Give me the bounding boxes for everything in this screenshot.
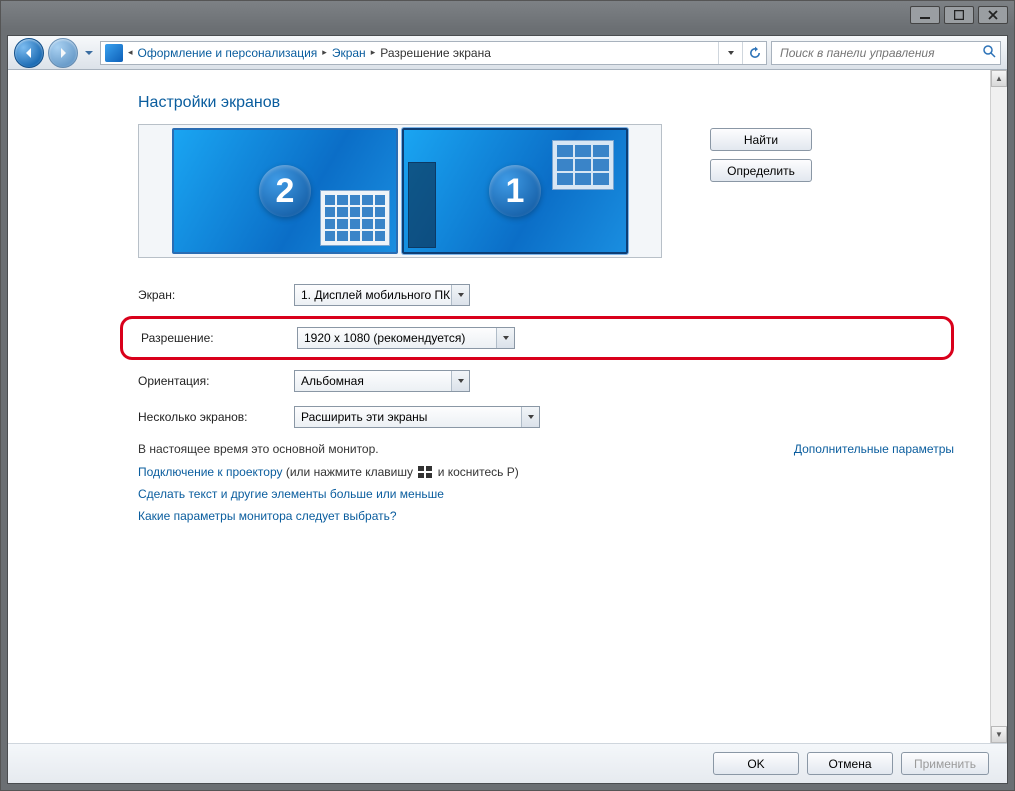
breadcrumb-current[interactable]: Разрешение экрана [378,46,493,60]
breadcrumb-root[interactable]: Оформление и персонализация [136,46,320,60]
breadcrumb-level2[interactable]: Экран [330,46,368,60]
monitor-thumb-icon [320,190,390,246]
apply-button[interactable]: Применить [901,752,989,775]
projector-row: Подключение к проектору (или нажмите кла… [138,464,954,479]
primary-monitor-text: В настоящее время это основной монитор. [138,442,379,456]
orientation-dropdown[interactable]: Альбомная [294,370,470,392]
screen-label: Экран: [138,288,284,302]
settings-pane: Настройки экранов 2 [8,70,990,743]
chevron-icon[interactable]: ▸ [368,47,379,58]
row-multiple-displays: Несколько экранов: Расширить эти экраны [138,406,954,428]
resolution-label: Разрешение: [123,331,287,345]
search-box [771,41,1001,65]
content-area: Настройки экранов 2 [8,70,1007,743]
forward-button[interactable] [48,38,78,68]
minimize-button[interactable] [910,6,940,24]
dialog-footer: OK Отмена Применить [8,743,1007,783]
back-button[interactable] [14,38,44,68]
multi-dropdown[interactable]: Расширить эти экраны [294,406,540,428]
row-orientation: Ориентация: Альбомная [138,370,954,392]
which-settings-row: Какие параметры монитора следует выбрать… [138,509,954,523]
close-button[interactable] [978,6,1008,24]
chevron-down-icon [451,285,469,305]
chevron-down-icon [496,328,514,348]
identify-button[interactable]: Определить [710,159,812,182]
find-button[interactable]: Найти [710,128,812,151]
control-panel-icon [105,44,123,62]
screen-value: 1. Дисплей мобильного ПК [301,288,450,302]
projector-hint-2: и коснитесь P) [438,465,519,479]
breadcrumb-dropdown[interactable] [718,42,742,64]
orientation-label: Ориентация: [138,374,284,388]
text-size-link[interactable]: Сделать текст и другие элементы больше и… [138,487,444,501]
chevron-icon[interactable]: ▸ [319,47,330,58]
maximize-button[interactable] [944,6,974,24]
window-content: ◂ Оформление и персонализация ▸ Экран ▸ … [7,35,1008,784]
multi-label: Несколько экранов: [138,410,284,424]
monitor-side-buttons: Найти Определить [710,124,812,182]
scroll-up-button[interactable]: ▲ [991,70,1007,87]
taskbar-icon [408,162,436,248]
titlebar [1,1,1014,29]
page-title: Настройки экранов [138,94,954,112]
projector-link[interactable]: Подключение к проектору [138,465,283,479]
advanced-settings-link[interactable]: Дополнительные параметры [794,442,954,456]
monitor-number-badge: 1 [489,165,541,217]
screen-dropdown[interactable]: 1. Дисплей мобильного ПК [294,284,470,306]
chevron-down-icon [521,407,539,427]
monitor-2[interactable]: 2 [172,128,398,254]
monitor-number-badge: 2 [259,165,311,217]
refresh-button[interactable] [742,42,766,64]
projector-hint-1: (или нажмите клавишу [286,465,417,479]
breadcrumb: ◂ Оформление и персонализация ▸ Экран ▸ … [100,41,767,65]
which-settings-link[interactable]: Какие параметры монитора следует выбрать… [138,509,397,523]
cancel-button[interactable]: Отмена [807,752,893,775]
text-size-row: Сделать текст и другие элементы больше и… [138,487,954,501]
scrollbar[interactable]: ▲ ▼ [990,70,1007,743]
highlighted-resolution-row: Разрешение: 1920 x 1080 (рекомендуется) [120,316,954,360]
scroll-down-button[interactable]: ▼ [991,726,1007,743]
navbar: ◂ Оформление и персонализация ▸ Экран ▸ … [8,36,1007,70]
orientation-value: Альбомная [301,374,364,388]
primary-monitor-status: В настоящее время это основной монитор. … [138,442,954,456]
row-screen: Экран: 1. Дисплей мобильного ПК [138,284,954,306]
windows-key-icon [418,466,432,478]
monitor-arrangement[interactable]: 2 1 [138,124,662,258]
window-frame: ◂ Оформление и персонализация ▸ Экран ▸ … [0,0,1015,791]
chevron-icon[interactable]: ◂ [125,47,136,58]
history-dropdown[interactable] [82,40,96,66]
multi-value: Расширить эти экраны [301,410,427,424]
search-input[interactable] [778,45,978,61]
chevron-down-icon [451,371,469,391]
resolution-dropdown[interactable]: 1920 x 1080 (рекомендуется) [297,327,515,349]
ok-button[interactable]: OK [713,752,799,775]
row-resolution: Разрешение: 1920 x 1080 (рекомендуется) [123,327,939,349]
search-icon[interactable] [978,44,1000,61]
monitor-1-selected[interactable]: 1 [402,128,628,254]
resolution-value: 1920 x 1080 (рекомендуется) [304,331,465,345]
monitor-thumb-icon [552,140,614,190]
